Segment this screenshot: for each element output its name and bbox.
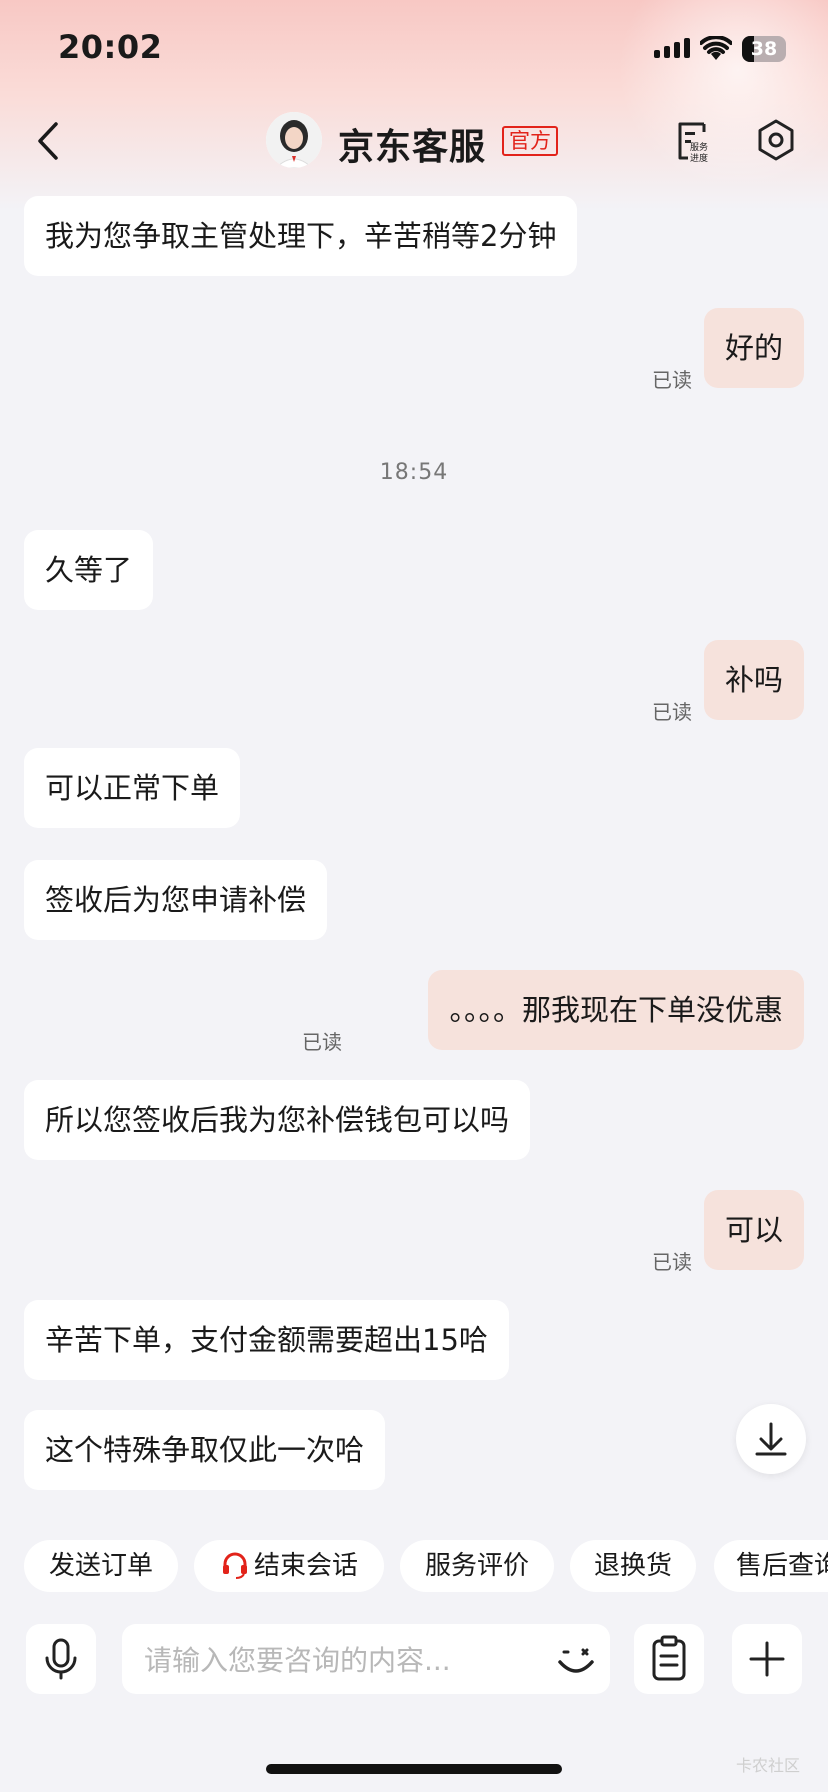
quick-action-label: 退换货 bbox=[593, 1551, 672, 1581]
read-receipt: 已读 bbox=[302, 1030, 342, 1054]
message-input[interactable] bbox=[142, 1624, 546, 1696]
quick-action-return-exchange[interactable]: 退换货 bbox=[570, 1540, 696, 1592]
battery-icon: 38 bbox=[742, 36, 786, 62]
agent-avatar[interactable] bbox=[266, 112, 322, 168]
message-bubble-agent: 所以您签收后我为您补偿钱包可以吗 bbox=[24, 1080, 531, 1160]
quick-action-label: 服务评价 bbox=[424, 1551, 529, 1581]
voice-button[interactable] bbox=[26, 1624, 96, 1694]
battery-level: 38 bbox=[750, 38, 778, 60]
message-bubble-agent: 久等了 bbox=[24, 530, 154, 610]
quick-actions-bar: 发送订单 结束会话 服务评价 退换货 售后查询 bbox=[0, 1540, 828, 1596]
status-bar: 20:02 38 bbox=[0, 0, 828, 100]
watermark: 卡农社区 bbox=[736, 1756, 801, 1775]
quick-action-service-rating[interactable]: 服务评价 bbox=[400, 1540, 554, 1592]
read-receipt: 已读 bbox=[652, 368, 692, 392]
settings-icon[interactable] bbox=[754, 118, 798, 162]
microphone-icon bbox=[45, 1638, 77, 1680]
quick-action-send-order[interactable]: 发送订单 bbox=[24, 1540, 178, 1592]
message-bubble-agent: 我为您争取主管处理下，辛苦稍等2分钟 bbox=[24, 196, 578, 276]
quick-action-end-session[interactable]: 结束会话 bbox=[194, 1540, 384, 1592]
wifi-icon bbox=[700, 36, 732, 60]
message-bubble-user: 可以 bbox=[703, 1190, 804, 1270]
input-bar bbox=[0, 1620, 828, 1700]
message-bubble-agent: 签收后为您申请补偿 bbox=[24, 860, 328, 940]
message-bubble-user: 补吗 bbox=[703, 640, 804, 720]
message-input-container bbox=[122, 1624, 610, 1696]
quick-action-label: 发送订单 bbox=[48, 1551, 153, 1581]
service-progress-label-1: 服务 bbox=[690, 141, 708, 153]
message-bubble-user: 。。。。那我现在下单没优惠 bbox=[428, 970, 804, 1050]
page-title: 京东客服 bbox=[338, 127, 487, 168]
chat-timestamp: 18:54 bbox=[379, 460, 449, 485]
read-receipt: 已读 bbox=[652, 1250, 692, 1274]
headset-icon bbox=[222, 1552, 247, 1579]
quick-action-after-sales-query[interactable]: 售后查询 bbox=[714, 1540, 828, 1592]
home-indicator bbox=[266, 1764, 562, 1774]
download-arrow-icon bbox=[755, 1422, 787, 1456]
plus-icon bbox=[749, 1641, 785, 1677]
service-progress-label-2: 进度 bbox=[690, 152, 708, 164]
quick-action-label: 结束会话 bbox=[253, 1551, 358, 1581]
service-progress-icon[interactable]: 服务 进度 bbox=[674, 116, 718, 164]
nav-bar: 京东客服 官方 服务 进度 bbox=[0, 100, 828, 180]
read-receipt: 已读 bbox=[652, 700, 692, 724]
official-badge: 官方 bbox=[502, 126, 558, 156]
message-bubble-agent: 可以正常下单 bbox=[24, 748, 241, 828]
status-time: 20:02 bbox=[58, 28, 163, 66]
cellular-signal-icon bbox=[654, 38, 690, 58]
back-button[interactable] bbox=[30, 118, 70, 164]
emoji-icon[interactable] bbox=[552, 1636, 600, 1684]
message-bubble-agent: 辛苦下单，支付金额需要超出15哈 bbox=[24, 1300, 509, 1380]
message-bubble-user: 好的 bbox=[703, 308, 804, 388]
clipboard-icon bbox=[652, 1635, 686, 1681]
quick-action-label: 售后查询 bbox=[736, 1551, 828, 1581]
more-button[interactable] bbox=[732, 1624, 802, 1694]
order-button[interactable] bbox=[634, 1624, 704, 1694]
message-bubble-agent: 这个特殊争取仅此一次哈 bbox=[24, 1410, 386, 1490]
scroll-to-bottom-button[interactable] bbox=[736, 1404, 806, 1474]
